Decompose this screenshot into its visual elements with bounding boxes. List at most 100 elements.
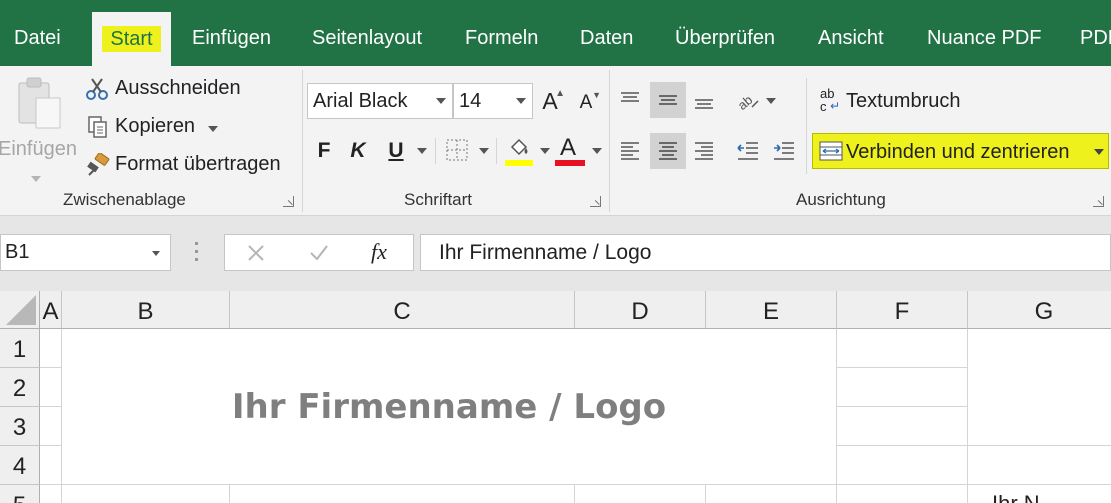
italic-button[interactable]: K [346,136,370,166]
align-top-button[interactable] [614,82,646,118]
group-separator [609,70,610,212]
svg-text:ab: ab [736,92,755,111]
insert-function-icon[interactable]: fx [371,239,387,265]
tab-nuance-pdf[interactable]: Nuance PDF [927,0,1042,66]
row-header-2[interactable]: 2 [0,368,40,407]
copy-dropdown-caret[interactable] [208,126,218,132]
tab-ansicht[interactable]: Ansicht [818,0,884,66]
col-header-b[interactable]: B [62,291,230,329]
font-dialog-launcher[interactable] [590,196,601,207]
merge-center-button[interactable]: Verbinden und zentrieren [812,133,1109,169]
gridline [40,484,61,485]
fill-color-dropdown-caret[interactable] [540,148,550,154]
col-header-d[interactable]: D [575,291,706,329]
clipboard-dialog-launcher[interactable] [283,196,294,207]
wrap-text-button[interactable]: ab c ↵ Textumbruch [818,86,978,116]
copy-icon [88,116,107,138]
row-header-1[interactable]: 1 [0,329,40,368]
gridline [40,445,61,446]
row-header-3[interactable]: 3 [0,407,40,446]
align-right-button[interactable] [688,133,720,169]
gridline [837,367,967,368]
borders-icon[interactable] [446,139,468,161]
decrease-indent-icon [737,142,758,160]
enter-check-icon[interactable] [309,244,329,262]
scissors-icon [86,78,108,100]
merge-dropdown-caret[interactable] [1094,149,1104,155]
cut-button[interactable]: Ausschneiden [86,76,256,104]
tab-datei[interactable]: Datei [14,0,61,66]
row-header-4[interactable]: 4 [0,446,40,485]
toolbar-divider [496,138,497,164]
grow-font-button[interactable]: A ▲ [538,86,565,116]
tab-daten[interactable]: Daten [580,0,633,66]
col-header-a[interactable]: A [40,291,62,329]
underline-dropdown-caret[interactable] [417,148,427,154]
formula-buttons: fx [224,234,414,271]
paste-dropdown-caret[interactable] [31,176,41,182]
format-painter-label: Format übertragen [115,153,281,175]
borders-dropdown-caret[interactable] [479,148,489,154]
align-middle-button[interactable] [650,82,686,118]
format-painter-button[interactable]: Format übertragen [86,152,296,180]
toolbar-divider [806,78,807,174]
formula-bar-grip[interactable] [195,242,199,262]
col-header-g[interactable]: G [968,291,1111,329]
tab-pdf[interactable]: PDF [1080,0,1111,66]
gridline [967,329,968,503]
copy-button[interactable]: Kopieren [86,114,226,142]
shrink-font-icon: A [579,92,593,113]
ribbon-tab-bar: Datei Start Einfügen Seitenlayout Formel… [0,0,1111,66]
merge-center-label: Verbinden und zentrieren [846,141,1070,163]
orientation-dropdown-caret[interactable] [766,98,776,104]
align-right-icon [695,142,713,160]
shrink-font-button[interactable]: A ▼ [574,90,601,116]
tab-einfuegen[interactable]: Einfügen [192,0,271,66]
select-all-corner[interactable] [0,291,40,329]
gridline [61,484,1111,485]
shrink-arrow-icon: ▼ [592,90,601,100]
tab-seitenlayout[interactable]: Seitenlayout [312,0,422,66]
paste-button[interactable]: Einfügen [0,72,80,184]
name-box[interactable]: B1 [0,234,171,271]
formula-bar-area: B1 fx Ihr Firmenname / Logo [0,216,1111,291]
clipboard-group-label: Zwischenablage [63,190,186,209]
cancel-icon[interactable] [247,244,265,262]
align-bottom-button[interactable] [688,82,720,118]
align-left-button[interactable] [614,133,646,169]
merged-cell-b1-e4[interactable]: Ihr Firmenname / Logo [62,329,836,484]
font-group-label: Schriftart [404,190,473,209]
fill-color-swatch [505,160,533,166]
format-painter-icon [87,153,110,176]
tab-formeln[interactable]: Formeln [465,0,538,66]
wrap-text-icon-bottom: c [820,99,827,114]
increase-indent-button[interactable] [768,133,800,169]
decrease-indent-button[interactable] [732,133,764,169]
underline-button[interactable]: U [384,136,408,166]
gridline [574,484,575,503]
font-color-button[interactable]: A [555,134,585,168]
group-separator [302,70,303,212]
tab-start[interactable]: Start [92,12,171,66]
fill-color-button[interactable] [505,136,533,168]
font-family-select[interactable]: Arial Black [307,83,453,119]
paste-label: Einfügen [0,138,77,160]
tab-ueberpruefen[interactable]: Überprüfen [675,0,775,66]
alignment-dialog-launcher[interactable] [1093,196,1104,207]
text-orientation-icon: ab [736,92,759,111]
font-family-value: Arial Black [313,90,408,112]
gridline [705,484,706,503]
col-header-e[interactable]: E [706,291,837,329]
align-center-icon [659,142,677,160]
col-header-c[interactable]: C [230,291,575,329]
orientation-button[interactable]: ab [734,84,762,116]
bold-button[interactable]: F [312,136,336,166]
formula-input[interactable]: Ihr Firmenname / Logo [420,234,1111,271]
clipboard-icon [18,77,61,129]
font-color-dropdown-caret[interactable] [592,148,602,154]
align-center-button[interactable] [650,133,686,169]
row-header-5[interactable]: 5 [0,485,40,503]
tab-start-label: Start [102,26,161,52]
font-size-select[interactable]: 14 [453,83,533,119]
col-header-f[interactable]: F [837,291,968,329]
